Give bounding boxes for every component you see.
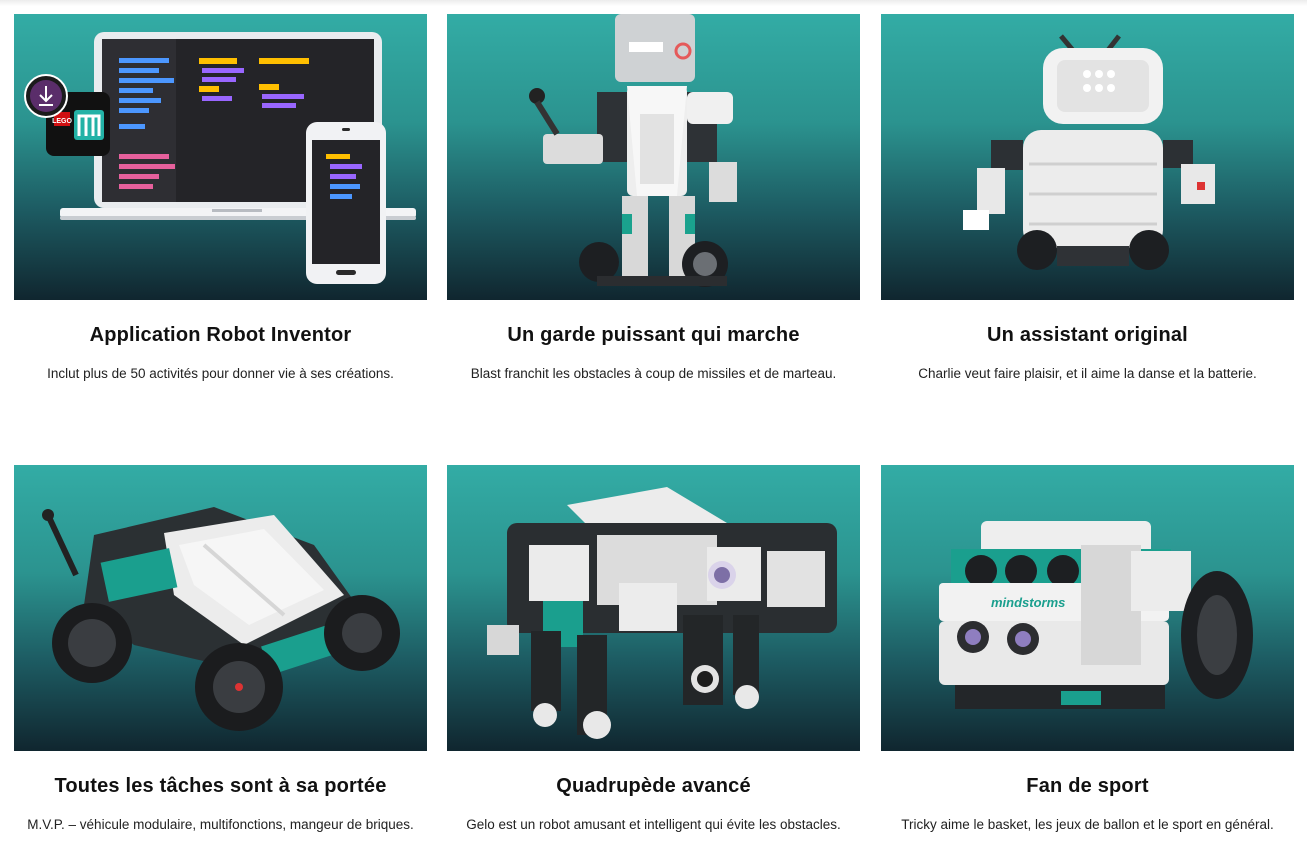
card-image-mvp[interactable]	[14, 465, 427, 751]
card-title: Application Robot Inventor	[89, 324, 352, 346]
card-image-tricky[interactable]: mindstorms	[881, 465, 1294, 751]
robot-charlie-illustration	[963, 34, 1215, 270]
product-card-blast[interactable]: Un garde puissant qui marche Blast franc…	[447, 14, 860, 383]
card-title: Quadrupède avancé	[556, 775, 751, 797]
card-description: Inclut plus de 50 activités pour donner …	[47, 366, 394, 381]
card-image-charlie[interactable]	[881, 14, 1294, 300]
product-card-tricky[interactable]: mindstorms Fan de sport Tricky aime le b…	[881, 465, 1294, 834]
card-image-blast[interactable]	[447, 14, 860, 300]
product-card-gelo[interactable]: Quadrupède avancé Gelo est un robot amus…	[447, 465, 860, 834]
card-image-gelo[interactable]	[447, 465, 860, 751]
robot-tricky-illustration: mindstorms	[939, 521, 1253, 709]
card-description: M.V.P. – véhicule modulaire, multifoncti…	[27, 817, 414, 832]
robot-gelo-illustration	[487, 487, 837, 739]
card-description: Gelo est un robot amusant et intelligent…	[466, 817, 841, 832]
product-card-charlie[interactable]: Un assistant original Charlie veut faire…	[881, 14, 1294, 383]
card-title: Un garde puissant qui marche	[507, 324, 800, 346]
card-description: Charlie veut faire plaisir, et il aime l…	[918, 366, 1257, 381]
product-card-app[interactable]: LEGO Application Robot Inventor Inclut p…	[14, 14, 427, 383]
card-title: Un assistant original	[987, 324, 1188, 346]
card-title: Fan de sport	[1026, 775, 1149, 797]
mindstorms-badge-text: mindstorms	[991, 595, 1065, 610]
vehicle-mvp-illustration	[42, 507, 400, 731]
card-image-app[interactable]: LEGO	[14, 14, 427, 300]
product-card-mvp[interactable]: Toutes les tâches sont à sa portée M.V.P…	[14, 465, 427, 834]
card-description: Blast franchit les obstacles à coup de m…	[470, 366, 837, 381]
laptop-phone-illustration: LEGO	[24, 32, 416, 284]
svg-text:LEGO: LEGO	[52, 118, 72, 125]
card-title: Toutes les tâches sont à sa portée	[54, 775, 387, 797]
header-shadow	[0, 0, 1307, 6]
card-description: Tricky aime le basket, les jeux de ballo…	[901, 817, 1274, 832]
robot-blast-illustration	[529, 14, 737, 287]
